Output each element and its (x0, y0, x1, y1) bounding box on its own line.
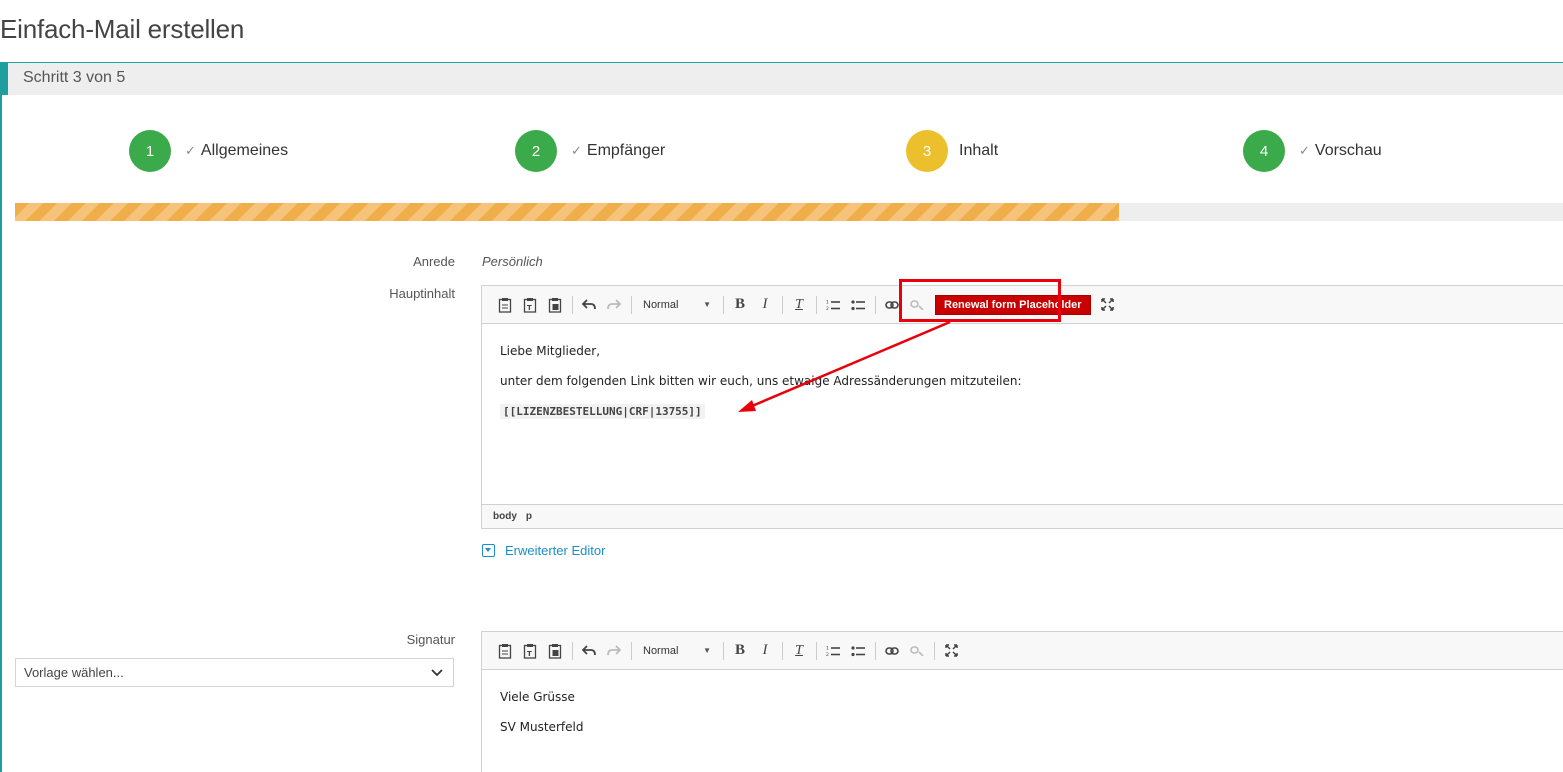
step-label: Empfänger (586, 142, 666, 159)
toolbar-separator (572, 295, 573, 314)
step-label: Inhalt (959, 142, 999, 159)
chevron-down-icon: ▼ (703, 646, 711, 655)
editor-paragraph: Liebe Mitglieder, (500, 344, 601, 358)
paste-word-icon[interactable] (544, 640, 566, 662)
left-accent-line (0, 95, 2, 772)
unlink-icon[interactable] (906, 294, 928, 316)
step-label: Allgemeines (200, 142, 289, 159)
svg-text:2: 2 (826, 652, 829, 657)
paste-icon[interactable] (494, 640, 516, 662)
wizard-progress-bar (15, 203, 1563, 221)
undo-icon[interactable] (578, 294, 600, 316)
bulleted-list-icon[interactable] (847, 294, 869, 316)
toolbar-separator (723, 641, 724, 660)
italic-icon[interactable]: I (754, 294, 776, 316)
paste-text-icon[interactable]: T (519, 640, 541, 662)
unlink-icon[interactable] (906, 640, 928, 662)
step-number-circle: 3 (906, 130, 948, 172)
signature-editor[interactable]: T Normal ▼ B I T 12 Viele Grüsse SV Must… (481, 631, 1563, 772)
placeholder-token: [[LIZENZBESTELLUNG|CRF|13755]] (500, 404, 705, 419)
wizard-step-empfaenger[interactable]: 2 ✓ Empfänger (515, 130, 665, 172)
chevron-down-icon: ▼ (703, 300, 711, 309)
editor-paragraph: unter dem folgenden Link bitten wir euch… (500, 374, 1022, 388)
path-element-body[interactable]: body (493, 511, 517, 522)
toolbar-separator (934, 641, 935, 660)
main-editor-content[interactable]: Liebe Mitglieder, unter dem folgenden Li… (482, 324, 1563, 419)
toolbar-separator (631, 641, 632, 660)
advanced-editor-label: Erweiterter Editor (505, 543, 606, 558)
redo-icon[interactable] (603, 640, 625, 662)
toolbar-separator (875, 295, 876, 314)
wizard-step-inhalt[interactable]: 3 Inhalt (906, 130, 998, 172)
editor-paragraph: SV Musterfeld (500, 720, 584, 734)
renewal-form-placeholder-button[interactable]: Renewal form Placeholder (935, 294, 1091, 315)
page-title: Einfach-Mail erstellen (0, 14, 245, 44)
signature-template-select[interactable]: Vorlage wählen... (15, 658, 454, 687)
step-label: Vorschau (1314, 142, 1382, 159)
link-icon[interactable] (881, 640, 903, 662)
wizard-step-vorschau[interactable]: 4 ✓ Vorschau (1243, 130, 1382, 172)
numbered-list-icon[interactable]: 12 (822, 640, 844, 662)
anrede-label: Anrede (413, 254, 455, 269)
svg-text:1: 1 (826, 645, 829, 651)
svg-text:1: 1 (826, 299, 829, 305)
maximize-icon[interactable] (940, 640, 962, 662)
toolbar-separator (816, 641, 817, 660)
signature-editor-content[interactable]: Viele Grüsse SV Musterfeld (482, 670, 1563, 734)
format-dropdown-value: Normal (643, 298, 679, 311)
editor-paragraph: Viele Grüsse (500, 690, 575, 704)
svg-text:T: T (527, 304, 532, 312)
step-number-circle: 2 (515, 130, 557, 172)
hauptinhalt-label: Hauptinhalt (389, 286, 455, 301)
svg-text:2: 2 (826, 306, 829, 311)
step-number-circle: 4 (1243, 130, 1285, 172)
check-icon: ✓ (185, 143, 196, 158)
toolbar-separator (782, 641, 783, 660)
paste-word-icon[interactable] (544, 294, 566, 316)
paste-icon[interactable] (494, 294, 516, 316)
wizard-progress-fill (15, 203, 1119, 221)
numbered-list-icon[interactable]: 12 (822, 294, 844, 316)
bold-icon[interactable]: B (729, 294, 751, 316)
main-editor-toolbar: T Normal ▼ B I T 12 Renewal form Placeho… (482, 286, 1563, 324)
format-dropdown-value: Normal (643, 644, 679, 657)
path-element-p[interactable]: p (526, 511, 532, 522)
italic-icon[interactable]: I (754, 640, 776, 662)
template-select-value: Vorlage wählen... (24, 665, 124, 680)
maximize-icon[interactable] (1097, 294, 1119, 316)
svg-text:T: T (527, 650, 532, 658)
remove-format-icon[interactable]: T (788, 640, 810, 662)
advanced-editor-link[interactable]: Erweiterter Editor (482, 543, 605, 558)
step-number-circle: 1 (129, 130, 171, 172)
signature-editor-toolbar: T Normal ▼ B I T 12 (482, 632, 1563, 670)
format-dropdown[interactable]: Normal ▼ (637, 640, 717, 662)
redo-icon[interactable] (603, 294, 625, 316)
toolbar-separator (572, 641, 573, 660)
step-indicator-text: Schritt 3 von 5 (23, 69, 126, 86)
toolbar-separator (631, 295, 632, 314)
dropdown-toggle-icon (482, 544, 495, 557)
bulleted-list-icon[interactable] (847, 640, 869, 662)
chevron-down-icon (431, 666, 443, 680)
editor-paragraph: [[LIZENZBESTELLUNG|CRF|13755]] (500, 404, 1545, 419)
bold-icon[interactable]: B (729, 640, 751, 662)
link-icon[interactable] (881, 294, 903, 316)
anrede-value: Persönlich (482, 254, 543, 269)
toolbar-separator (723, 295, 724, 314)
main-content-editor[interactable]: T Normal ▼ B I T 12 Renewal form Placeho… (481, 285, 1563, 529)
step-indicator-bar: Schritt 3 von 5 (0, 63, 1563, 95)
toolbar-separator (782, 295, 783, 314)
check-icon: ✓ (1299, 143, 1310, 158)
paste-text-icon[interactable]: T (519, 294, 541, 316)
remove-format-icon[interactable]: T (788, 294, 810, 316)
undo-icon[interactable] (578, 640, 600, 662)
editor-element-path: body p (482, 504, 1563, 528)
signatur-label: Signatur (406, 632, 455, 647)
wizard-step-allgemeines[interactable]: 1 ✓ Allgemeines (129, 130, 288, 172)
toolbar-separator (875, 641, 876, 660)
format-dropdown[interactable]: Normal ▼ (637, 294, 717, 316)
toolbar-separator (816, 295, 817, 314)
check-icon: ✓ (571, 143, 582, 158)
